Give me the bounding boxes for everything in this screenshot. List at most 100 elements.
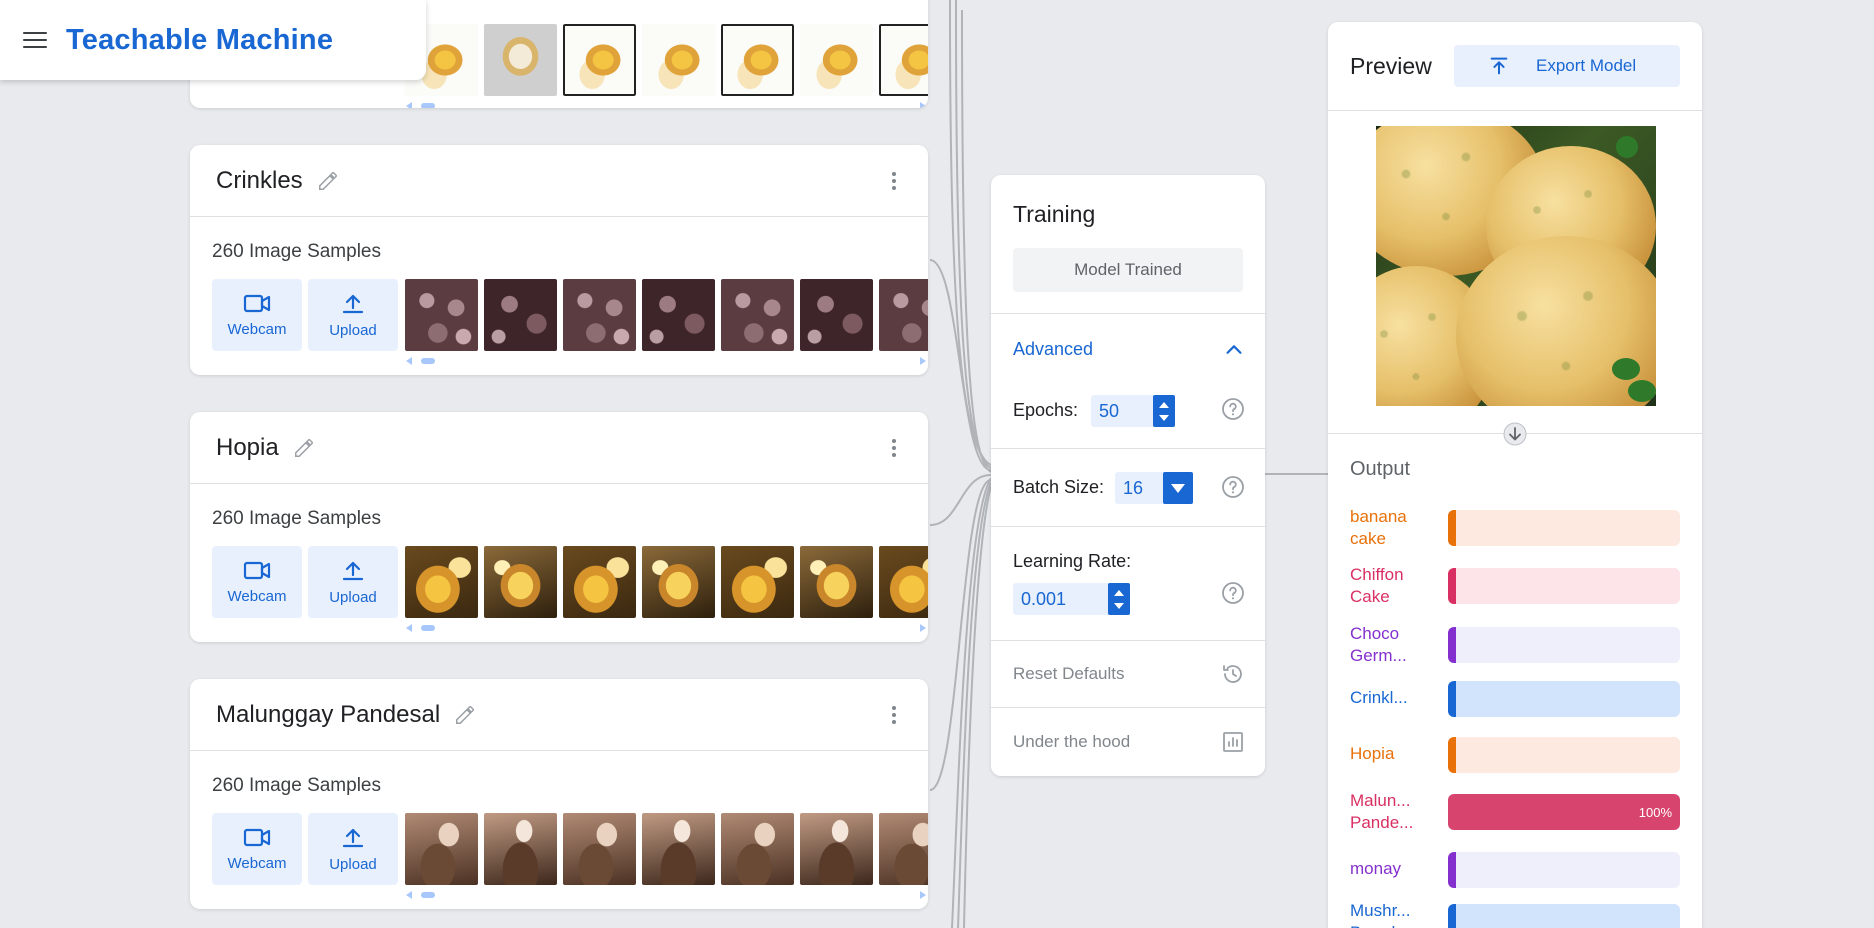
- scroll-right-arrow[interactable]: [920, 624, 926, 632]
- batch-size-select[interactable]: 16: [1115, 472, 1193, 504]
- thumbnail-scrollbar[interactable]: [405, 356, 928, 366]
- edit-pencil-icon[interactable]: [317, 170, 339, 192]
- sample-thumbnail[interactable]: [484, 813, 557, 885]
- more-options-icon[interactable]: [892, 706, 896, 724]
- webcam-button[interactable]: Webcam: [212, 279, 302, 351]
- more-options-icon[interactable]: [892, 439, 896, 457]
- dropdown-arrow-icon[interactable]: [1163, 472, 1193, 504]
- upload-icon: [342, 294, 364, 313]
- sample-thumbnail[interactable]: [721, 279, 794, 351]
- output-class-name-line: Mushr...: [1350, 901, 1411, 920]
- output-class-name-line: Germ...: [1350, 646, 1407, 665]
- sample-thumbnail[interactable]: [642, 813, 715, 885]
- sample-thumbnail[interactable]: [642, 546, 715, 618]
- class-name[interactable]: Crinkles: [216, 167, 303, 195]
- edit-pencil-icon[interactable]: [293, 437, 315, 459]
- sample-thumbnail[interactable]: [405, 279, 478, 351]
- scroll-left-arrow[interactable]: [406, 624, 412, 632]
- output-row: Chiffon Cake: [1350, 564, 1680, 608]
- history-icon[interactable]: [1221, 662, 1245, 686]
- thumbnail-scrollbar[interactable]: [405, 101, 928, 108]
- upload-label: Upload: [329, 855, 377, 873]
- webcam-button[interactable]: Webcam: [212, 546, 302, 618]
- help-icon[interactable]: [1221, 397, 1245, 421]
- confidence-bar: [1448, 737, 1680, 773]
- sample-thumbnail[interactable]: [405, 813, 478, 885]
- scroll-right-arrow[interactable]: [920, 102, 926, 108]
- output-class-name: Mushr... Bread: [1350, 900, 1440, 928]
- sample-thumbnail[interactable]: [721, 546, 794, 618]
- scrollbar-thumb[interactable]: [421, 892, 435, 898]
- output-row: Malun... Pande... 100%: [1350, 790, 1680, 834]
- scrollbar-thumb[interactable]: [421, 625, 435, 631]
- train-model-button[interactable]: Model Trained: [1013, 248, 1243, 292]
- more-options-icon[interactable]: [892, 172, 896, 190]
- output-class-name: Hopia: [1350, 743, 1440, 765]
- help-icon[interactable]: [1221, 475, 1245, 499]
- class-name[interactable]: Malunggay Pandesal: [216, 701, 440, 729]
- hamburger-menu-icon[interactable]: [22, 29, 48, 51]
- sample-thumbnail[interactable]: [800, 24, 873, 96]
- reset-defaults-button[interactable]: Reset Defaults: [1013, 664, 1125, 684]
- sample-thumbnail[interactable]: [721, 813, 794, 885]
- sample-thumbnail[interactable]: [484, 24, 557, 96]
- sample-thumbnail[interactable]: [405, 546, 478, 618]
- sample-thumbnail[interactable]: [563, 279, 636, 351]
- sample-thumbnail[interactable]: [800, 546, 873, 618]
- epochs-stepper[interactable]: [1153, 395, 1175, 427]
- sample-thumbnail[interactable]: [879, 813, 928, 885]
- preview-panel: Preview Export Model Output banana cake Ch…: [1328, 22, 1702, 928]
- thumbnail-scrollbar[interactable]: [405, 890, 928, 900]
- confidence-bar-fill: [1448, 852, 1456, 888]
- sample-count: 260 Image Samples: [212, 775, 381, 796]
- sample-thumbnail[interactable]: [800, 813, 873, 885]
- edit-pencil-icon[interactable]: [454, 704, 476, 726]
- webcam-button[interactable]: Webcam: [212, 813, 302, 885]
- divider: [991, 640, 1265, 641]
- upload-button[interactable]: Upload: [308, 546, 398, 618]
- scroll-right-arrow[interactable]: [920, 891, 926, 899]
- app-title[interactable]: Teachable Machine: [66, 24, 333, 57]
- arrow-down-circle-icon[interactable]: [1503, 422, 1527, 446]
- class-card-header: Malunggay Pandesal: [190, 679, 928, 751]
- sample-thumbnail[interactable]: [563, 24, 636, 96]
- learning-rate-stepper[interactable]: [1108, 583, 1130, 615]
- scroll-left-arrow[interactable]: [406, 891, 412, 899]
- scroll-left-arrow[interactable]: [406, 357, 412, 365]
- sample-thumbnail[interactable]: [642, 24, 715, 96]
- sample-thumbnail[interactable]: [563, 813, 636, 885]
- sample-thumbnail[interactable]: [879, 24, 928, 96]
- scrollbar-thumb[interactable]: [421, 358, 435, 364]
- sample-thumbnails: [405, 813, 928, 885]
- scroll-left-arrow[interactable]: [406, 102, 412, 108]
- chevron-up-icon[interactable]: [1223, 339, 1245, 361]
- export-model-button[interactable]: Export Model: [1454, 45, 1680, 87]
- learning-rate-input[interactable]: 0.001: [1013, 583, 1130, 615]
- scrollbar-thumb[interactable]: [421, 103, 435, 108]
- epochs-value: 50: [1099, 400, 1120, 421]
- sample-thumbnail[interactable]: [484, 546, 557, 618]
- sample-thumbnail[interactable]: [563, 546, 636, 618]
- scroll-right-arrow[interactable]: [920, 357, 926, 365]
- confidence-bar: [1448, 904, 1680, 928]
- upload-button[interactable]: Upload: [308, 813, 398, 885]
- sample-thumbnail[interactable]: [642, 279, 715, 351]
- class-name[interactable]: Hopia: [216, 434, 279, 462]
- output-class-name-line: monay: [1350, 859, 1402, 878]
- sample-thumbnail[interactable]: [800, 279, 873, 351]
- bar-chart-icon[interactable]: [1221, 730, 1245, 754]
- sample-thumbnails: [405, 279, 928, 351]
- sample-thumbnail[interactable]: [721, 24, 794, 96]
- output-class-name-line: Bread: [1350, 922, 1440, 928]
- upload-button[interactable]: Upload: [308, 279, 398, 351]
- epochs-input[interactable]: 50: [1091, 395, 1175, 427]
- thumbnail-scrollbar[interactable]: [405, 623, 928, 633]
- sample-thumbnails: [405, 24, 928, 96]
- sample-thumbnail[interactable]: [484, 279, 557, 351]
- sample-thumbnail[interactable]: [879, 279, 928, 351]
- under-the-hood-button[interactable]: Under the hood: [1013, 732, 1130, 752]
- export-model-label: Export Model: [1536, 56, 1637, 75]
- advanced-toggle[interactable]: Advanced: [1013, 339, 1093, 360]
- sample-thumbnail[interactable]: [879, 546, 928, 618]
- help-icon[interactable]: [1221, 581, 1245, 605]
